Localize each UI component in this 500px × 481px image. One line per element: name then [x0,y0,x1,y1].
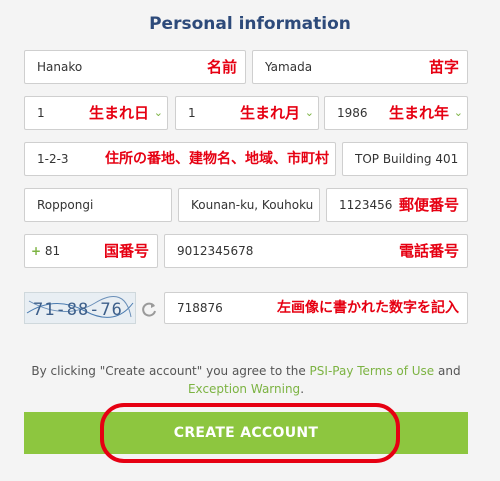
terms-after: . [300,382,305,396]
highlight-ring [100,403,400,463]
address-annotation: 住所の番地、建物名、地域、市町村 [105,151,329,167]
birth-day-select[interactable]: 1 生まれ日 ⌄ [24,96,168,130]
captcha-image: 71-88-76 [24,292,136,324]
first-name-value: Hanako [37,60,83,74]
chevron-down-icon: ⌄ [453,106,463,119]
birth-year-value: 1986 [337,106,368,120]
postal-code-annotation: 郵便番号 [398,196,459,214]
address-line2-field[interactable]: TOP Building 401 [342,142,468,176]
birth-month-annotation: 生まれ月 [239,104,300,122]
phone-annotation: 電話番号 [398,242,459,260]
first-name-field[interactable]: Hanako 名前 [24,50,246,84]
first-name-annotation: 名前 [206,58,237,76]
district-value: Kounan-ku, Kouhoku [191,198,314,212]
district-field[interactable]: Kounan-ku, Kouhoku [178,188,320,222]
city-value: Roppongi [37,198,94,212]
birth-month-value: 1 [188,106,196,120]
plus-sign: + [31,244,42,258]
city-field[interactable]: Roppongi [24,188,172,222]
address-line1-field[interactable]: 1-2-3 住所の番地、建物名、地域、市町村 [24,142,336,176]
chevron-down-icon: ⌄ [304,106,314,119]
address-line1-value: 1-2-3 [37,152,69,166]
chevron-down-icon: ⌄ [153,106,163,119]
captcha-text: 71-88-76 [33,300,123,320]
birth-year-annotation: 生まれ年 [388,104,449,122]
birth-day-value: 1 [37,106,45,120]
country-code-value: + 81 [31,235,60,267]
last-name-value: Yamada [265,60,313,74]
birth-year-select[interactable]: 1986 生まれ年 ⌄ [324,96,468,130]
last-name-field[interactable]: Yamada 苗字 [252,50,468,84]
address-line2-value: TOP Building 401 [355,152,459,166]
terms-middle: and [434,364,461,378]
country-code-field[interactable]: + 81 国番号 [24,234,158,268]
exception-warning-link[interactable]: Exception Warning [188,382,300,396]
country-code-number: 81 [44,244,61,258]
birth-month-select[interactable]: 1 生まれ月 ⌄ [175,96,319,130]
phone-value: 9012345678 [177,244,254,258]
captcha-annotation: 左画像に書かれた数字を記入 [277,300,459,316]
captcha-input-value: 718876 [177,301,223,315]
captcha-graphic: 71-88-76 [26,296,134,320]
page-title: Personal information [149,14,351,34]
terms-before: By clicking "Create account" you agree t… [31,364,310,378]
last-name-annotation: 苗字 [428,58,459,76]
phone-field[interactable]: 9012345678 電話番号 [164,234,468,268]
captcha-input[interactable]: 718876 左画像に書かれた数字を記入 [164,292,468,324]
refresh-icon[interactable] [140,300,158,318]
country-code-annotation: 国番号 [103,242,149,260]
terms-text: By clicking "Create account" you agree t… [24,362,468,398]
postal-code-field[interactable]: 1123456 郵便番号 [326,188,468,222]
birth-day-annotation: 生まれ日 [88,104,149,122]
postal-code-value: 1123456 [339,198,393,212]
terms-of-use-link[interactable]: PSI-Pay Terms of Use [310,364,435,378]
